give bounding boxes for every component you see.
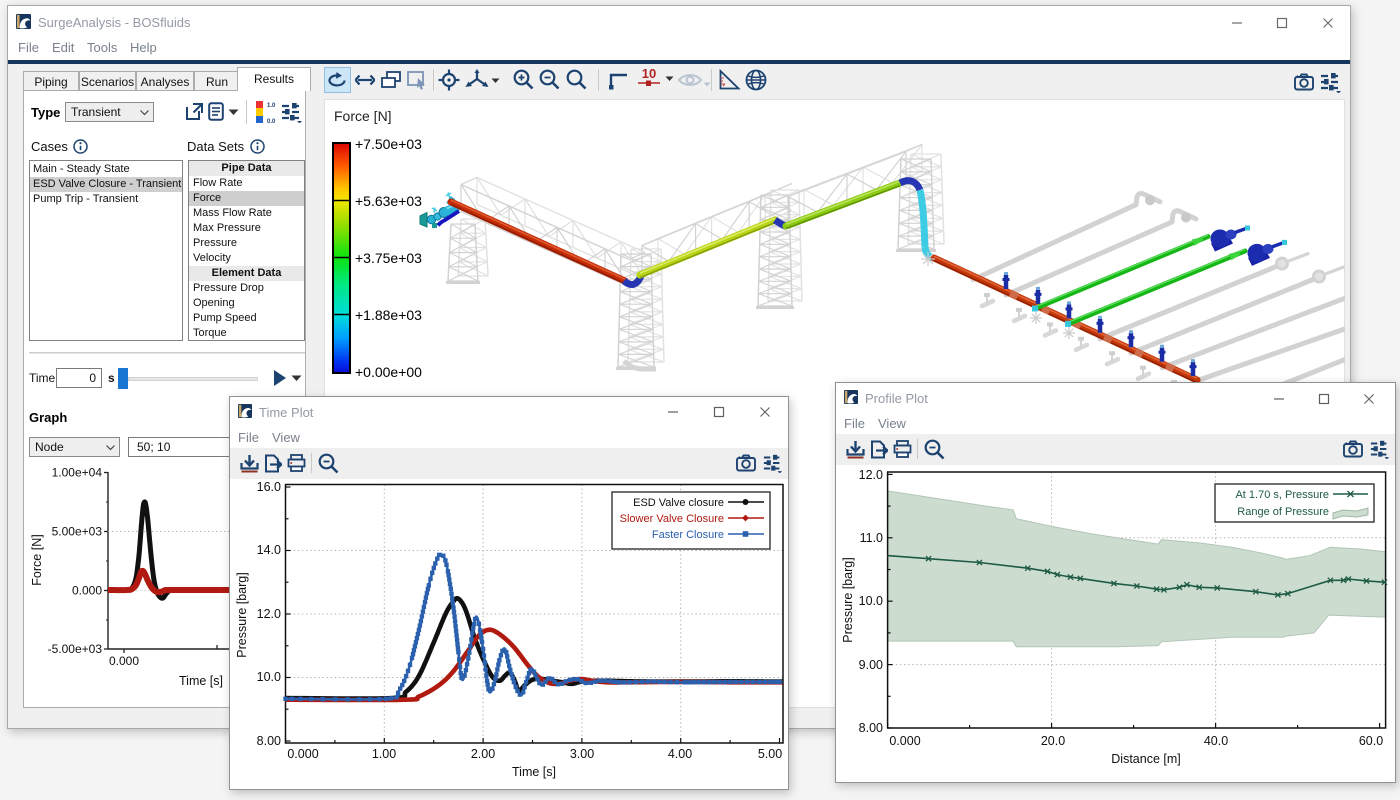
svg-text:0.0: 0.0: [267, 119, 276, 124]
svg-text:Time [s]: Time [s]: [179, 674, 223, 688]
svg-text:ESD Valve closure: ESD Valve closure: [633, 497, 724, 509]
svg-text:0.000: 0.000: [109, 654, 139, 668]
svg-text:-5.00e+03: -5.00e+03: [48, 642, 103, 656]
svg-text:Pressure [barg]: Pressure [barg]: [841, 557, 855, 642]
svg-text:Faster Closure: Faster Closure: [652, 529, 724, 541]
svg-text:Force [N]: Force [N]: [30, 534, 44, 585]
svg-text:5.00e+03: 5.00e+03: [52, 525, 103, 539]
svg-text:0.000: 0.000: [72, 584, 102, 598]
svg-text:1.0: 1.0: [267, 103, 276, 109]
svg-text:At 1.70 s, Pressure: At 1.70 s, Pressure: [1235, 489, 1329, 501]
svg-text:Pressure [barg]: Pressure [barg]: [235, 572, 249, 657]
svg-text:1.00e+04: 1.00e+04: [52, 466, 103, 480]
svg-text:Slower Valve Closure: Slower Valve Closure: [620, 513, 724, 525]
svg-text:Range of Pressure: Range of Pressure: [1237, 506, 1329, 518]
